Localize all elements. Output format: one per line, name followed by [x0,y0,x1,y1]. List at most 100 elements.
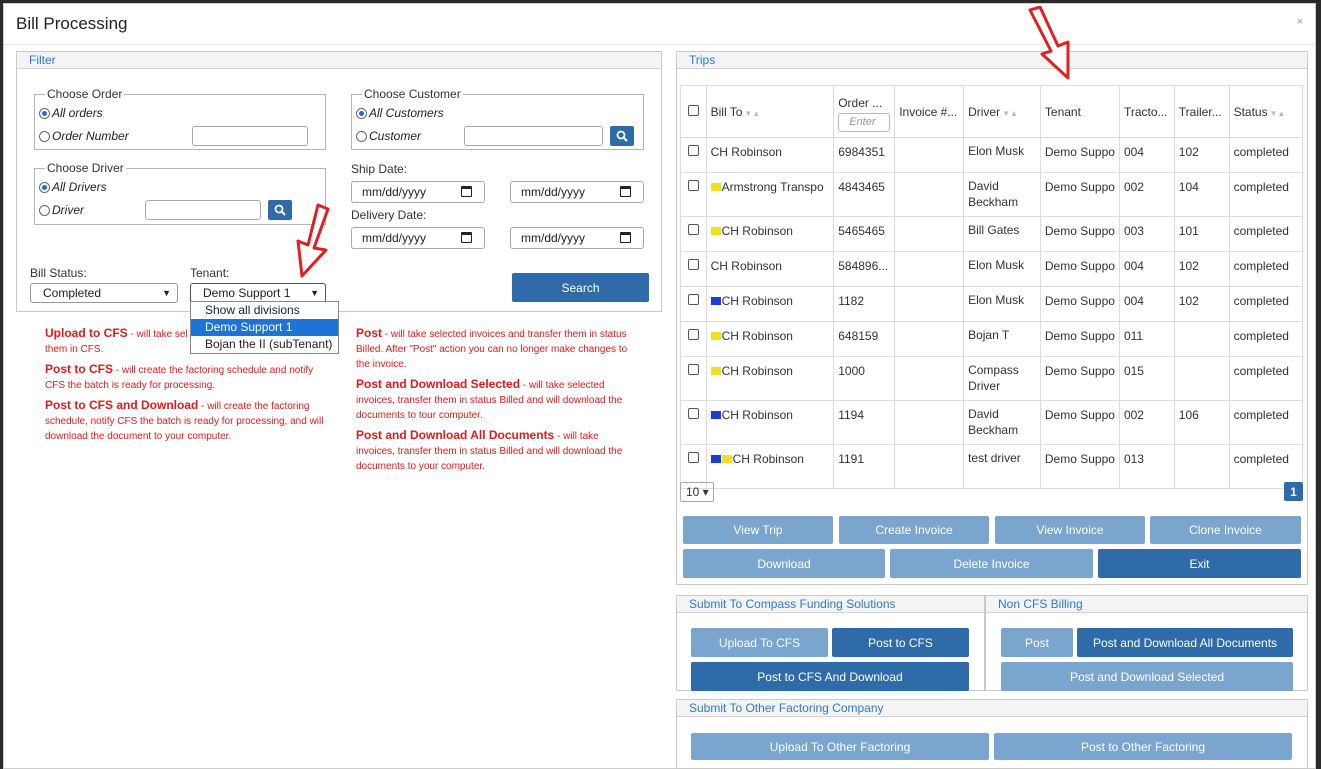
delivery-date-from[interactable]: mm/dd/yyyy [351,227,485,249]
table-row[interactable]: Armstrong Transpo 4843465 David Beckham Dem… [680,172,1304,217]
help-title: Post [356,326,383,340]
delivery-date-to[interactable]: mm/dd/yyyy [510,227,644,249]
post-to-cfs-button[interactable]: Post to CFS [832,628,969,657]
cell-trailer: 101 [1173,216,1230,252]
ship-date-from-text: mm/dd/yyyy [362,185,427,199]
table-row[interactable]: CH Robinson 5465465 Bill Gates Demo Suppo 00… [680,216,1304,252]
post-button[interactable]: Post [1001,628,1073,657]
table-row[interactable]: CH Robinson 1000 Compass Driver Demo Suppo 0… [680,356,1304,401]
table-row[interactable]: CH Robinson 6984351 Elon Musk Demo Suppo 004… [680,137,1304,173]
page-size-select[interactable]: 10 ▾ [680,482,714,502]
col-label: Tenant [1044,104,1081,119]
all-orders-radio[interactable]: All orders [39,106,103,120]
cell-tenant: Demo Suppo [1039,444,1120,489]
delete-invoice-button[interactable]: Delete Invoice [890,549,1093,578]
col-label: Status [1233,104,1268,119]
cell-status: completed [1228,356,1304,401]
all-drivers-radio[interactable]: All Drivers [39,180,107,194]
table-row[interactable]: CH Robinson 648159 Bojan T Demo Suppo 011 com… [680,321,1304,357]
order-number-label: Order Number [52,129,129,143]
table-row[interactable]: CH Robinson 1194 David Beckham Demo Suppo 00… [680,400,1304,445]
post-to-other-factoring-button[interactable]: Post to Other Factoring [994,733,1292,760]
row-checkbox[interactable] [687,408,699,419]
cell-status: completed [1228,321,1304,357]
col-driver[interactable]: Driver ▼▲ [963,85,1041,138]
cell-order: 1000 [833,356,896,401]
download-button[interactable]: Download [683,549,885,578]
delivery-date-from-text: mm/dd/yyyy [362,231,427,245]
view-invoice-button[interactable]: View Invoice [995,516,1145,544]
cell-order: 1182 [833,286,896,322]
bill-status-select[interactable]: Completed ▼ [30,283,178,303]
calendar-icon[interactable] [461,186,472,197]
customer-search-button[interactable] [610,126,634,146]
order-number-radio[interactable]: Order Number [39,129,129,143]
order-filter-placeholder: Enter [849,115,876,128]
col-status[interactable]: Status ▼▲ [1228,85,1304,138]
upload-to-cfs-button[interactable]: Upload To CFS [691,628,828,657]
calendar-icon[interactable] [461,232,472,243]
tenant-option-bojan[interactable]: Bojan the II (subTenant) [191,336,338,353]
tenant-select[interactable]: Demo Support 1 ▼ [190,283,326,303]
select-all-checkbox[interactable] [687,104,699,116]
table-row[interactable]: CH Robinson 1191 test driver Demo Suppo 013 c… [680,444,1304,489]
view-trip-button[interactable]: View Trip [683,516,833,544]
row-checkbox[interactable] [687,259,699,270]
cell-invoice [894,286,965,322]
exit-button[interactable]: Exit [1098,549,1301,578]
table-row[interactable]: CH Robinson 584896... Elon Musk Demo Suppo 0… [680,251,1304,287]
bill-to-text: CH Robinson [721,224,793,238]
clone-invoice-button[interactable]: Clone Invoice [1150,516,1301,544]
row-checkbox[interactable] [687,294,699,305]
cell-tractor: 002 [1118,400,1175,445]
cell-order: 584896... [833,251,896,287]
driver-input[interactable] [145,200,261,220]
cell-invoice [894,137,965,173]
calendar-icon[interactable] [620,186,631,197]
all-customers-radio[interactable]: All Customers [356,106,444,120]
close-icon[interactable]: × [1297,16,1303,28]
cell-order: 5465465 [833,216,896,252]
col-bill-to[interactable]: Bill To ▼▲ [705,85,835,138]
create-invoice-button[interactable]: Create Invoice [839,516,989,544]
col-trailer[interactable]: Trailer... [1173,85,1230,138]
row-checkbox[interactable] [687,329,699,340]
row-checkbox[interactable] [687,364,699,375]
order-filter-input[interactable]: Enter [838,112,891,132]
post-and-download-all-button[interactable]: Post and Download All Documents [1077,628,1293,657]
all-orders-label: All orders [52,106,103,120]
post-and-download-selected-button[interactable]: Post and Download Selected [1001,662,1293,691]
cell-trailer: 106 [1173,400,1230,445]
post-to-cfs-and-download-button[interactable]: Post to CFS And Download [691,662,969,691]
col-invoice[interactable]: Invoice #... [894,85,965,138]
row-checkbox[interactable] [687,452,699,463]
col-tractor[interactable]: Tracto... [1118,85,1175,138]
driver-radio[interactable]: Driver [39,203,84,217]
tenant-option-demo-support[interactable]: Demo Support 1 [191,319,338,336]
upload-to-other-factoring-button[interactable]: Upload To Other Factoring [691,733,989,760]
blue-flag-icon [710,297,721,305]
search-button[interactable]: Search [512,273,649,302]
page-1-button[interactable]: 1 [1284,482,1303,501]
ship-date-to[interactable]: mm/dd/yyyy [510,181,644,203]
col-order[interactable]: Order ... Enter [833,85,896,138]
tenant-option-all[interactable]: Show all divisions [191,302,338,319]
cell-driver: Bill Gates [963,216,1041,252]
table-row[interactable]: CH Robinson 1182 Elon Musk Demo Suppo 004 102… [680,286,1304,322]
order-number-input[interactable] [192,126,308,146]
help-post-cfs: Post to CFS - will create the factoring … [45,362,327,393]
row-checkbox[interactable] [687,145,699,156]
cell-bill-to: CH Robinson [705,444,835,489]
ship-date-from[interactable]: mm/dd/yyyy [351,181,485,203]
row-checkbox[interactable] [687,180,699,191]
bill-status-label: Bill Status: [30,266,87,280]
cell-bill-to: CH Robinson [705,400,835,445]
cell-driver: Compass Driver [963,356,1041,401]
col-tenant[interactable]: Tenant [1039,85,1120,138]
calendar-icon[interactable] [620,232,631,243]
row-checkbox[interactable] [687,224,699,235]
customer-radio[interactable]: Customer [356,129,421,143]
customer-input[interactable] [464,126,603,146]
other-factoring-panel-title: Submit To Other Factoring Company [677,700,1307,717]
row-select-cell [680,137,707,173]
